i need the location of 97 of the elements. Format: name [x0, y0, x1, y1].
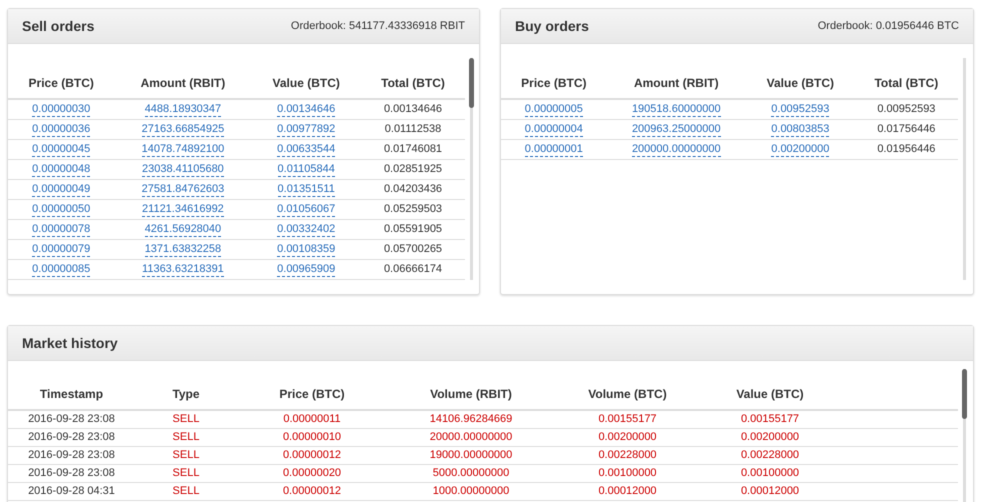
- table-link[interactable]: 0.00000030: [32, 103, 90, 117]
- table-link[interactable]: 0.00000036: [32, 122, 90, 137]
- table-link[interactable]: 4488.18930347: [144, 103, 222, 117]
- table-link[interactable]: 0.00200000: [771, 142, 830, 157]
- column-header: Amount (RBIT): [606, 58, 746, 99]
- table-link[interactable]: 1371.63832258: [144, 242, 222, 257]
- table-cell: 0.05591905: [384, 222, 442, 235]
- table-link[interactable]: 0.00000045: [32, 142, 90, 157]
- table-cell: 0.01756446: [877, 122, 936, 135]
- table-link[interactable]: 200000.00000000: [632, 142, 721, 157]
- table-cell: 0.00000020: [282, 467, 342, 479]
- table-cell: 0.00000012: [282, 485, 342, 497]
- column-header: Total (BTC): [854, 58, 958, 99]
- panel-title: Buy orders: [515, 17, 589, 36]
- table-link[interactable]: 0.00000004: [524, 122, 583, 137]
- column-header: Price (BTC): [237, 369, 387, 410]
- table-cell: 0.00952593: [877, 103, 936, 115]
- orderbook-total: Orderbook: 0.01956446 BTC: [818, 19, 959, 34]
- table-link[interactable]: 0.00000049: [32, 182, 90, 197]
- column-header: Price (BTC): [8, 58, 114, 99]
- column-header: Price (BTC): [501, 58, 607, 99]
- table-link[interactable]: 0.00108359: [277, 242, 336, 257]
- table-cell: 0.00200000: [740, 431, 800, 443]
- table-cell: 0.00000011: [283, 413, 341, 426]
- panel-title: Market history: [22, 334, 118, 353]
- table-cell: 0.00012000: [598, 485, 657, 497]
- table-cell: 2016-09-28 23:08: [28, 431, 115, 443]
- table-link[interactable]: 0.00000078: [32, 222, 90, 237]
- table-link[interactable]: 14078.74892100: [142, 142, 224, 157]
- table-link[interactable]: 27163.66854925: [142, 122, 224, 137]
- table-link[interactable]: 0.00134646: [277, 103, 336, 117]
- table-link[interactable]: 0.00803853: [771, 122, 830, 137]
- table-cell: 0.00000010: [282, 431, 342, 443]
- table-link[interactable]: 0.00000005: [524, 103, 583, 117]
- table-cell: 2016-09-28 23:08: [28, 413, 115, 426]
- table-link[interactable]: 190518.60000000: [632, 103, 721, 117]
- column-header: Timestamp: [8, 369, 135, 410]
- table-cell: 0.00000012: [282, 449, 342, 461]
- table-cell: 0.00155177: [740, 413, 800, 426]
- table-cell: 0.00228000: [740, 449, 800, 461]
- column-header: Amount (RBIT): [114, 58, 252, 99]
- table-link[interactable]: 23038.41105680: [142, 162, 224, 177]
- column-header: Value (BTC): [746, 58, 855, 99]
- table-cell: SELL: [172, 467, 200, 479]
- table-link[interactable]: 0.00000001: [524, 142, 583, 157]
- table-link[interactable]: 0.00952593: [771, 103, 830, 117]
- column-header: Volume (RBIT): [387, 369, 555, 410]
- table-cell: 0.00228000: [598, 449, 657, 461]
- table-cell: 0.00134646: [384, 103, 442, 115]
- table-link[interactable]: 21121.34616992: [142, 202, 224, 217]
- table-link[interactable]: 0.00000079: [32, 242, 90, 257]
- table-link[interactable]: 11363.63218391: [142, 262, 224, 277]
- table-link[interactable]: 0.00965909: [277, 262, 336, 277]
- table-cell: 2016-09-28 04:31: [28, 485, 115, 497]
- table-cell: 0.00200000: [598, 431, 657, 443]
- table-link[interactable]: 200963.25000000: [632, 122, 721, 137]
- table-cell: 0.00100000: [598, 467, 657, 479]
- table-link[interactable]: 0.00000048: [32, 162, 90, 177]
- table-cell: 0.02851925: [384, 162, 442, 175]
- table-cell: SELL: [172, 485, 200, 497]
- table-cell: 0.01112538: [384, 122, 442, 135]
- table-cell: 0.00012000: [740, 485, 800, 497]
- table-cell: 0.01956446: [877, 142, 936, 155]
- table-cell: SELL: [172, 413, 200, 426]
- table-link[interactable]: 0.01351511: [278, 182, 335, 197]
- table-cell: 1000.00000000: [432, 485, 510, 497]
- table-link[interactable]: 0.00000085: [32, 262, 90, 277]
- table-cell: 20000.00000000: [430, 431, 512, 443]
- table-cell: 0.04203436: [384, 182, 442, 195]
- table-cell: 0.00155177: [598, 413, 657, 426]
- table-cell: 14106.96284669: [430, 413, 512, 426]
- table-link[interactable]: 0.00332402: [277, 222, 336, 237]
- column-header: Volume (BTC): [555, 369, 700, 410]
- orderbook-total: Orderbook: 541177.43336918 RBIT: [290, 19, 465, 34]
- panel-title: Sell orders: [22, 17, 94, 36]
- table-cell: 2016-09-28 23:08: [28, 467, 115, 479]
- table-cell: 0.05259503: [384, 202, 442, 215]
- table-cell: 0.06666174: [384, 262, 442, 275]
- table-link[interactable]: 0.00977892: [277, 122, 336, 137]
- table-link[interactable]: 0.00633544: [277, 142, 336, 157]
- table-link[interactable]: 27581.84762603: [142, 182, 224, 197]
- table-cell: 5000.00000000: [432, 467, 510, 479]
- column-header: Value (BTC): [700, 369, 840, 410]
- table-cell: 0.00100000: [740, 467, 800, 479]
- table-cell: 0.01746081: [384, 142, 442, 155]
- column-header: Value (BTC): [251, 58, 362, 99]
- column-header: Total (BTC): [361, 58, 465, 99]
- table-cell: 19000.00000000: [430, 449, 512, 461]
- table-cell: SELL: [172, 431, 200, 443]
- table-cell: SELL: [172, 449, 200, 461]
- table-link[interactable]: 0.01056067: [277, 202, 336, 217]
- table-link[interactable]: 4261.56928040: [144, 222, 222, 237]
- table-cell: 2016-09-28 23:08: [28, 449, 115, 461]
- table-link[interactable]: 0.01105844: [278, 162, 335, 177]
- column-header: Type: [135, 369, 237, 410]
- table-cell: 0.05700265: [384, 242, 442, 255]
- table-link[interactable]: 0.00000050: [32, 202, 90, 217]
